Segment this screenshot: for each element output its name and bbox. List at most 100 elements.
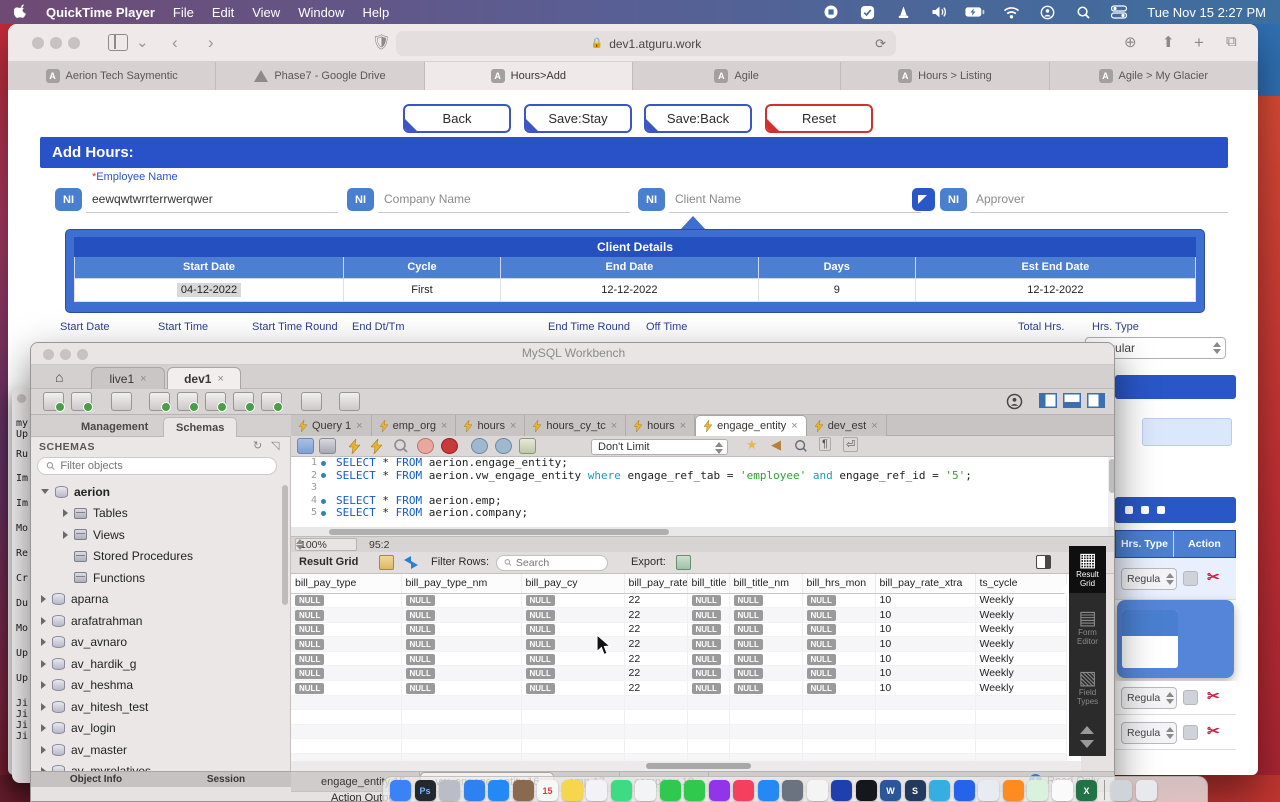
grid-column-bill_title[interactable]: bill_title: [687, 574, 729, 593]
chevron-down-icon[interactable]: [41, 489, 49, 494]
tree-item-av_hardik_g[interactable]: av_hardik_g: [31, 653, 283, 675]
chevron-right-icon[interactable]: [41, 617, 46, 625]
grid-cell[interactable]: [401, 710, 521, 725]
explain-icon[interactable]: [393, 438, 409, 454]
grid-cell[interactable]: NULL: [802, 593, 875, 608]
tree-item-av_heshma[interactable]: av_heshma: [31, 675, 283, 697]
inspector-icon[interactable]: [111, 392, 132, 411]
toggle-stop-on-error-icon[interactable]: [441, 438, 458, 454]
chevron-right-icon[interactable]: [41, 703, 46, 711]
row-checkbox[interactable]: [1183, 725, 1198, 740]
create-table-icon[interactable]: [177, 392, 198, 411]
row-limit-select[interactable]: Don't Limit: [591, 439, 728, 455]
zoom-window-button[interactable]: [68, 37, 80, 49]
screen-record-icon[interactable]: [821, 4, 841, 20]
tab-overview-icon[interactable]: ⧉: [1226, 33, 1237, 50]
grid-cell[interactable]: NULL: [291, 666, 401, 681]
grid-column-bill_pay_cy[interactable]: bill_pay_cy: [521, 574, 624, 593]
tree-item-av_avnaro[interactable]: av_avnaro: [31, 632, 283, 654]
side-panel-field-types[interactable]: ▧Field Types: [1069, 668, 1106, 706]
search-icon[interactable]: [1073, 4, 1093, 20]
grid-cell[interactable]: [624, 754, 687, 761]
sidebar-scrollbar[interactable]: [282, 485, 288, 605]
toggle-autocommit-icon[interactable]: [519, 438, 536, 454]
result-search-input[interactable]: [496, 555, 608, 571]
grid-cell[interactable]: NULL: [401, 622, 521, 637]
grid-cell[interactable]: NULL: [401, 666, 521, 681]
grid-cell[interactable]: [291, 710, 401, 725]
grid-cell[interactable]: 22: [624, 666, 687, 681]
chevron-right-icon[interactable]: [63, 509, 68, 517]
grid-column-bill_title_nm[interactable]: bill_title_nm: [729, 574, 802, 593]
commit-icon[interactable]: [471, 438, 488, 454]
close-tab-icon[interactable]: ×: [510, 420, 516, 432]
schema-filter-input[interactable]: [37, 457, 277, 475]
tree-item-views[interactable]: Views: [31, 524, 283, 546]
dock-icon-photoshop[interactable]: Ps: [415, 780, 436, 801]
tree-item-av_hitesh_test[interactable]: av_hitesh_test: [31, 696, 283, 718]
grid-cell[interactable]: NULL: [802, 608, 875, 623]
mini-icon-3[interactable]: [1157, 506, 1165, 514]
grid-cell[interactable]: [291, 695, 401, 710]
home-icon[interactable]: ⌂: [55, 369, 63, 385]
dock-icon-system-settings[interactable]: [782, 780, 803, 801]
account-icon[interactable]: [1006, 393, 1023, 415]
dock-icon-calendar[interactable]: 15: [537, 780, 558, 801]
close-tab-icon[interactable]: ×: [791, 420, 797, 432]
invisible-chars-icon[interactable]: ¶: [819, 437, 831, 451]
create-procedure-icon[interactable]: [233, 392, 254, 411]
grid-cell[interactable]: [729, 724, 802, 739]
menu-window[interactable]: Window: [298, 5, 344, 20]
grid-cell[interactable]: NULL: [687, 637, 729, 652]
close-tab-icon[interactable]: ×: [140, 373, 146, 385]
grid-cell[interactable]: NULL: [802, 637, 875, 652]
grid-cell[interactable]: [687, 754, 729, 761]
grid-cell[interactable]: [729, 754, 802, 761]
grid-cell[interactable]: [875, 710, 975, 725]
browser-tab-hours-add[interactable]: AHours>Add: [425, 62, 633, 90]
export-icon[interactable]: [676, 555, 691, 570]
grid-cell[interactable]: NULL: [401, 608, 521, 623]
privacy-shield-icon[interactable]: 🛡: [372, 33, 391, 51]
browser-tab-hours-listing[interactable]: AHours > Listing: [841, 62, 1049, 90]
stop-icon[interactable]: [417, 438, 434, 454]
grid-cell[interactable]: NULL: [401, 637, 521, 652]
bottom-tab-object-info[interactable]: Object Info: [31, 772, 161, 787]
word-wrap-icon[interactable]: ⏎: [843, 437, 858, 452]
employee-name-input[interactable]: eewqwtwrrterrwerqwer: [92, 192, 213, 206]
grid-cell[interactable]: [521, 739, 624, 754]
tree-item-functions[interactable]: Functions: [31, 567, 283, 589]
grid-cell[interactable]: [802, 710, 875, 725]
grid-cell[interactable]: [875, 739, 975, 754]
query-tab-emp_org[interactable]: emp_org×: [372, 415, 457, 436]
apple-menu[interactable]: [14, 3, 28, 22]
dock-icon-excel[interactable]: X: [1076, 780, 1097, 801]
save-snippet-icon[interactable]: ★: [746, 437, 758, 453]
grid-column-bill_hrs_mon[interactable]: bill_hrs_mon: [802, 574, 875, 593]
dock-icon-reminders[interactable]: [586, 780, 607, 801]
grid-cell[interactable]: [624, 695, 687, 710]
grid-cell[interactable]: NULL: [291, 622, 401, 637]
grid-cell[interactable]: NULL: [802, 666, 875, 681]
dock-icon-app-store[interactable]: [758, 780, 779, 801]
chevron-right-icon[interactable]: [41, 681, 46, 689]
grid-cell[interactable]: [875, 754, 975, 761]
grid-cell[interactable]: [291, 754, 401, 761]
battery-icon[interactable]: [965, 4, 985, 20]
side-panel-result-grid[interactable]: ▦Result Grid: [1069, 546, 1106, 593]
reload-icon[interactable]: ⟳: [875, 36, 886, 52]
menu-file[interactable]: File: [173, 5, 194, 20]
sql-vertical-scrollbar[interactable]: [1108, 457, 1115, 527]
connection-tab-dev1[interactable]: dev1×: [167, 367, 241, 389]
rollback-icon[interactable]: [495, 438, 512, 454]
sql-code-area[interactable]: 1SELECT * FROM aerion.engage_entity;2SEL…: [291, 457, 1108, 527]
sidebar-tab-management[interactable]: Management: [69, 417, 160, 437]
refresh-schemas-icon[interactable]: ↻: [253, 439, 262, 452]
grid-cell[interactable]: Weekly: [975, 681, 1066, 696]
volume-icon[interactable]: [929, 4, 949, 20]
dock-icon-trash[interactable]: [1136, 780, 1157, 801]
tree-item-aerion[interactable]: aerion: [31, 481, 283, 503]
delete-scissors-icon[interactable]: ✂: [1207, 687, 1220, 705]
refresh-arrows-icon[interactable]: [403, 556, 419, 569]
dock-icon-safari[interactable]: [464, 780, 485, 801]
